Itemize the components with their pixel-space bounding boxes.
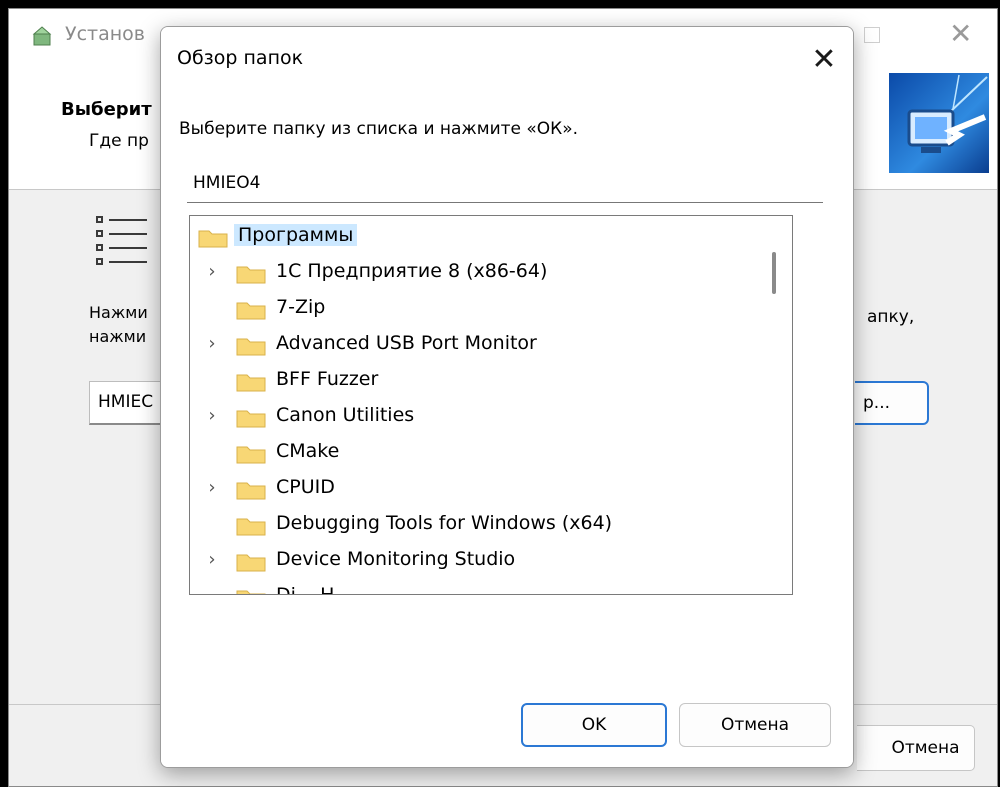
folder-tree[interactable]: Программы › 1С Предприятие 8 (x86-64) 7-Zip… bbox=[189, 215, 793, 595]
tree-item-label: BFF Fuzzer bbox=[276, 368, 379, 390]
installer-title: Установ bbox=[65, 23, 145, 45]
tree-item-label: 1С Предприятие 8 (x86-64) bbox=[276, 260, 548, 282]
installer-body-text-line2: нажми bbox=[89, 327, 147, 346]
tree-item[interactable]: › CPUID bbox=[190, 472, 756, 506]
tree-item-label: Di... H... bbox=[276, 584, 353, 595]
folder-icon bbox=[236, 338, 266, 356]
tree-item[interactable]: Di... H... bbox=[190, 580, 756, 595]
list-icon bbox=[96, 216, 147, 265]
tree-item[interactable]: Debugging Tools for Windows (x64) bbox=[190, 508, 756, 542]
folder-icon bbox=[236, 374, 266, 392]
folder-icon bbox=[236, 590, 266, 594]
install-path-field[interactable]: HMIEC bbox=[89, 381, 165, 425]
folder-icon bbox=[236, 266, 266, 284]
tree-item-label: CPUID bbox=[276, 476, 335, 498]
tree-item-label: Debugging Tools for Windows (x64) bbox=[276, 512, 613, 534]
chevron-right-icon[interactable]: › bbox=[204, 261, 220, 282]
chevron-right-icon[interactable]: › bbox=[204, 333, 220, 354]
installer-app-icon bbox=[32, 26, 52, 46]
close-icon[interactable]: ✕ bbox=[801, 37, 847, 83]
folder-icon bbox=[198, 230, 228, 248]
browse-folder-dialog: Обзор папок ✕ Выберите папку из списка и… bbox=[160, 26, 854, 768]
tree-item[interactable]: › 1С Предприятие 8 (x86-64) bbox=[190, 256, 756, 290]
tree-item[interactable]: › Device Monitoring Studio bbox=[190, 544, 756, 578]
folder-name-input[interactable] bbox=[187, 163, 823, 203]
folder-icon bbox=[236, 482, 266, 500]
tree-scroll-thumb[interactable] bbox=[772, 252, 776, 294]
tree-item-label: 7-Zip bbox=[276, 296, 326, 318]
folder-icon bbox=[236, 518, 266, 536]
computer-arrow-banner-icon bbox=[889, 73, 989, 173]
tree-item-label: Advanced USB Port Monitor bbox=[276, 332, 537, 354]
close-icon[interactable]: ✕ bbox=[949, 17, 972, 51]
installer-cancel-button[interactable]: Отмена bbox=[857, 725, 975, 771]
tree-item[interactable]: › Advanced USB Port Monitor bbox=[190, 328, 756, 362]
folder-icon bbox=[236, 446, 266, 464]
maximize-icon[interactable] bbox=[864, 27, 880, 43]
tree-item-label: Device Monitoring Studio bbox=[276, 548, 516, 570]
chevron-right-icon[interactable]: › bbox=[204, 549, 220, 570]
tree-scrollbar[interactable] bbox=[756, 216, 792, 594]
installer-body-text-line1: Нажми bbox=[89, 303, 148, 322]
tree-item[interactable]: CMake bbox=[190, 436, 756, 470]
cancel-button[interactable]: Отмена bbox=[679, 703, 831, 747]
browse-button[interactable]: р... bbox=[855, 381, 929, 425]
dialog-instruction: Выберите папку из списка и нажмите «ОК». bbox=[179, 119, 579, 139]
dialog-title: Обзор папок bbox=[177, 47, 304, 69]
tree-item-label: Canon Utilities bbox=[276, 404, 415, 426]
tree-item[interactable]: 7-Zip bbox=[190, 292, 756, 326]
ok-button[interactable]: OK bbox=[521, 703, 667, 747]
folder-icon bbox=[236, 302, 266, 320]
installer-subheading: Где пр bbox=[89, 131, 149, 151]
tree-item-label: CMake bbox=[276, 440, 340, 462]
installer-heading: Выберит bbox=[61, 99, 152, 120]
tree-item[interactable]: BFF Fuzzer bbox=[190, 364, 756, 398]
folder-icon bbox=[236, 410, 266, 428]
chevron-right-icon[interactable]: › bbox=[204, 405, 220, 426]
folder-icon bbox=[236, 554, 266, 572]
tree-item[interactable]: › Canon Utilities bbox=[190, 400, 756, 434]
chevron-right-icon[interactable]: › bbox=[204, 477, 220, 498]
installer-body-text-right: апку, bbox=[867, 307, 915, 327]
dialog-title-bar: Обзор папок ✕ bbox=[161, 27, 853, 97]
tree-root-item[interactable]: Программы bbox=[190, 220, 756, 254]
dialog-body: Выберите папку из списка и нажмите «ОК».… bbox=[161, 97, 853, 767]
tree-item-label: Программы bbox=[234, 224, 358, 246]
